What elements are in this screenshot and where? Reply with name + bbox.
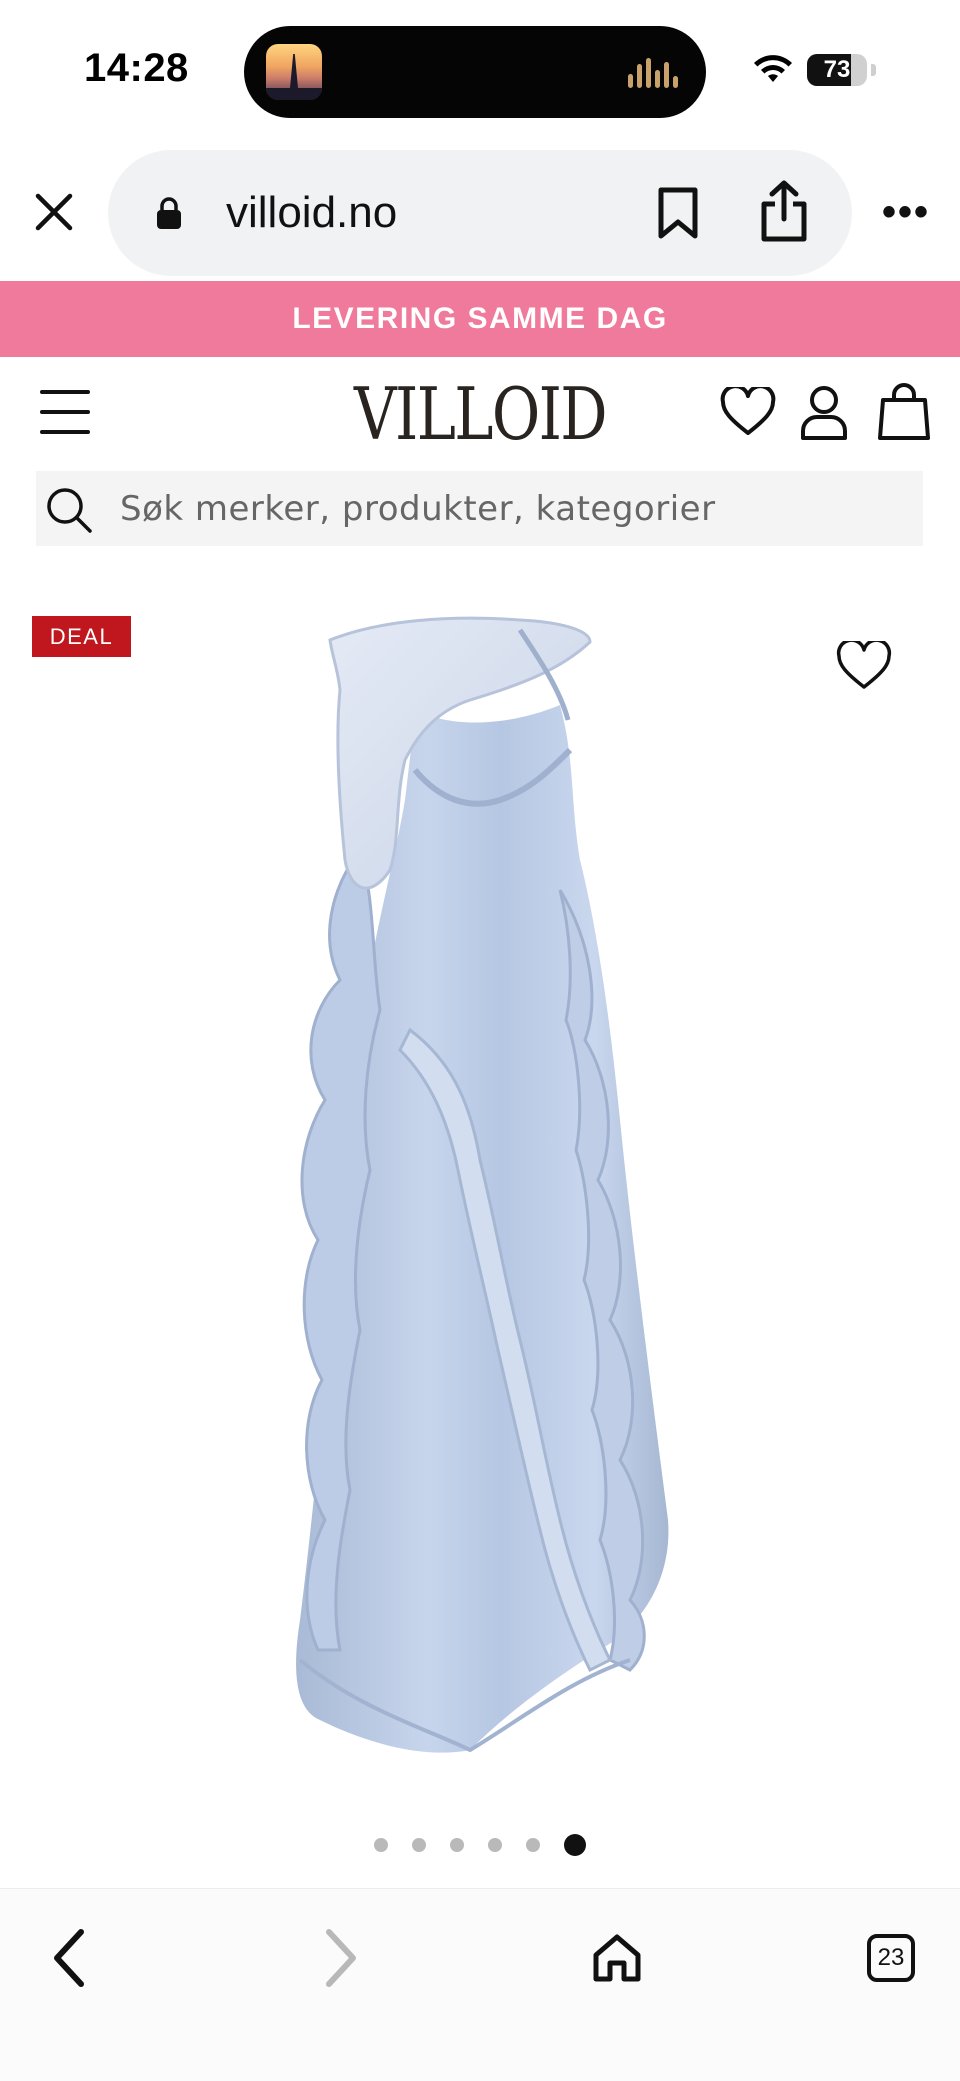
pagination-dot[interactable] [450,1838,464,1852]
menu-icon[interactable] [40,390,90,434]
deal-badge: DEAL [32,616,131,657]
pagination-dot[interactable] [412,1838,426,1852]
now-playing-artwork [266,44,322,100]
tabs-button[interactable]: 23 [856,1923,926,1993]
cart-button[interactable] [874,382,934,442]
back-icon [54,1929,84,1987]
search-input[interactable] [120,471,910,546]
more-icon[interactable]: ••• [878,190,934,234]
status-indicators: 73 [753,50,876,90]
battery-level: 73 [823,56,851,83]
promo-text: LEVERING SAMME DAG [292,302,668,335]
back-button[interactable] [34,1923,104,1993]
bookmark-button[interactable] [648,182,708,244]
url-field[interactable]: villoid.no [108,150,852,276]
site-header: VILLOID [0,360,960,460]
battery-icon: 73 [807,54,867,86]
bag-icon [878,383,930,440]
product-image-gallery[interactable]: DEAL [0,560,960,1880]
promo-banner[interactable]: LEVERING SAMME DAG [0,281,960,357]
status-time: 14:28 [84,46,189,90]
share-icon [761,180,807,242]
heart-icon [836,641,892,689]
url-text: villoid.no [226,188,398,237]
wishlist-button[interactable] [718,382,778,442]
audio-waveform-icon [628,56,684,88]
pagination-dot[interactable] [564,1834,586,1856]
close-button[interactable] [30,188,78,236]
user-icon [801,386,847,440]
bookmark-icon [658,187,698,239]
close-icon [35,193,73,231]
pagination-dot[interactable] [526,1838,540,1852]
gallery-pagination [0,1830,960,1860]
add-to-wishlist-button[interactable] [832,638,896,694]
forward-button[interactable] [306,1923,376,1993]
search-icon [47,488,92,533]
browser-address-bar: villoid.no ••• [0,148,960,278]
dynamic-island[interactable] [244,26,706,118]
tabs-icon: 23 [867,1934,915,1982]
search-bar[interactable] [36,471,923,546]
pagination-dot[interactable] [488,1838,502,1852]
lock-icon [157,197,181,229]
browser-toolbar: 23 [0,1888,960,2081]
home-icon [593,1934,641,1982]
account-button[interactable] [794,382,854,442]
heart-icon [720,387,776,435]
home-button[interactable] [582,1923,652,1993]
pagination-dot[interactable] [374,1838,388,1852]
status-bar: 14:28 73 [0,0,960,140]
share-button[interactable] [754,176,814,246]
product-image[interactable] [0,560,960,1820]
wifi-icon [754,55,792,82]
forward-icon [326,1929,356,1987]
